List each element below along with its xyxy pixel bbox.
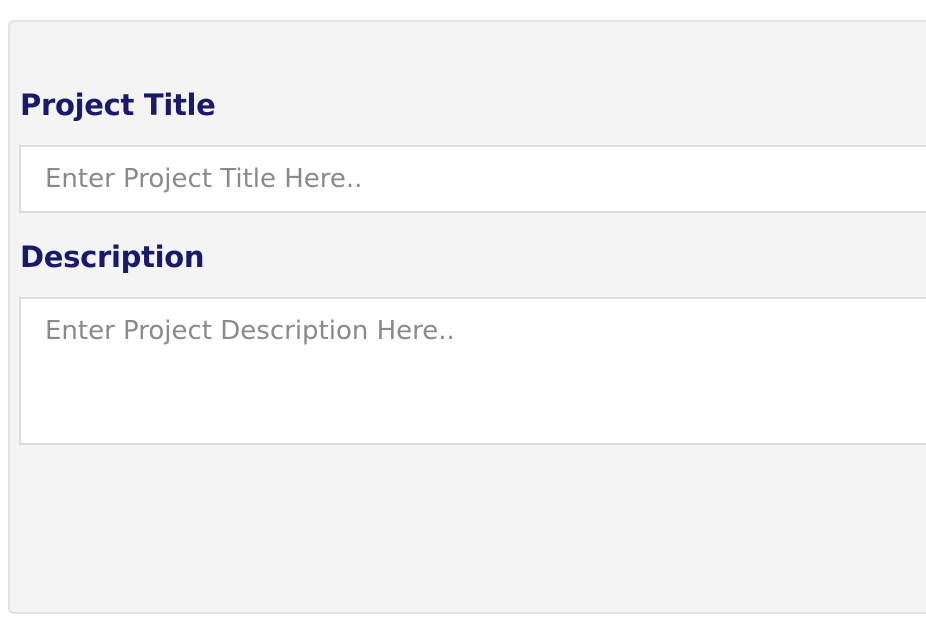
project-title-input[interactable]	[19, 145, 926, 213]
description-label: Description	[20, 240, 205, 274]
description-textarea[interactable]	[19, 297, 926, 445]
project-title-label: Project Title	[20, 88, 216, 122]
project-form-panel: Project Title Description	[8, 20, 926, 614]
